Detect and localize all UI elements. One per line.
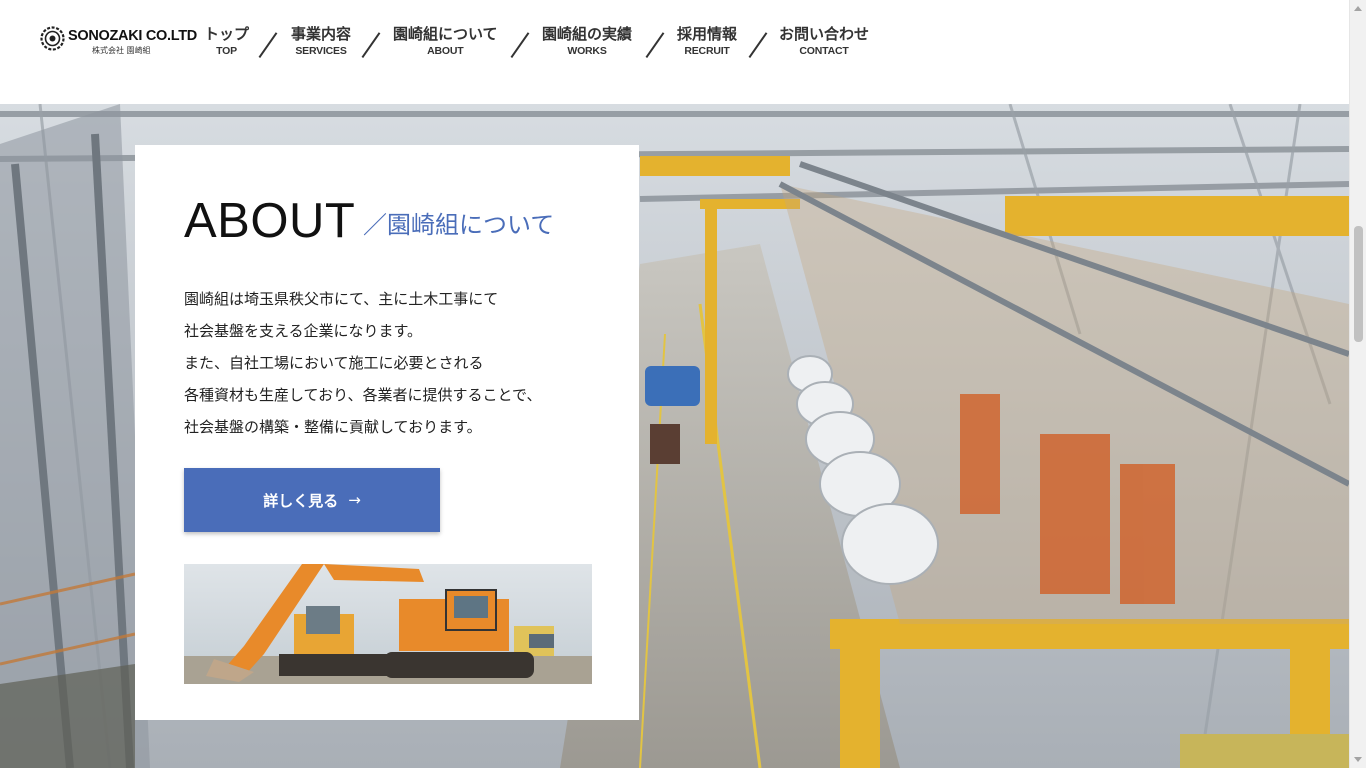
nav-item-label-en: CONTACT <box>799 45 849 57</box>
nav-item-label-en: WORKS <box>567 45 607 57</box>
nav-item-label-jp: 園崎組の実績 <box>542 25 633 43</box>
about-line: 社会基盤の構築・整備に貢献しております。 <box>184 418 482 436</box>
nav-divider <box>258 32 278 58</box>
logo-name: SONOZAKI CO.LTD <box>68 28 197 44</box>
logo-subtitle: 株式会社 園崎組 <box>92 46 151 55</box>
about-line: 各種資材も生産しており、各業者に提供することで、 <box>184 386 542 404</box>
nav-divider <box>645 32 665 58</box>
nav-item-services[interactable]: 事業内容 SERVICES <box>291 24 351 58</box>
nav-item-top[interactable]: トップ TOP <box>204 24 249 58</box>
about-line: 園崎組は埼玉県秩父市にて、主に土木工事にて <box>184 290 499 308</box>
scroll-up-icon[interactable] <box>1354 6 1362 11</box>
arrow-right-icon: → <box>348 491 361 509</box>
nav-item-label-en: RECRUIT <box>684 45 730 57</box>
nav-item-works[interactable]: 園崎組の実績 WORKS <box>542 24 632 58</box>
about-card: ABOUT ／園崎組について 園崎組は埼玉県秩父市にて、主に土木工事にて 社会基… <box>135 145 639 720</box>
about-line: 社会基盤を支える企業になります。 <box>184 322 423 340</box>
nav-item-label-en: TOP <box>216 45 237 57</box>
gear-logo-icon <box>40 26 65 51</box>
site-logo[interactable]: SONOZAKI CO.LTD 株式会社 園崎組 <box>40 24 197 58</box>
nav-item-recruit[interactable]: 採用情報 RECRUIT <box>677 24 737 58</box>
nav-divider <box>748 32 768 58</box>
nav-divider <box>510 32 530 58</box>
excavator-photo <box>184 564 592 684</box>
site-header: SONOZAKI CO.LTD 株式会社 園崎組 トップ TOP 事業内容 SE… <box>0 0 1349 104</box>
nav-item-label-en: SERVICES <box>295 45 347 57</box>
about-title: ABOUT <box>184 194 356 248</box>
nav-item-label-jp: 事業内容 <box>291 25 352 43</box>
nav-item-label-en: ABOUT <box>427 45 464 57</box>
scroll-down-icon[interactable] <box>1354 757 1362 762</box>
about-subtitle: ／園崎組について <box>363 211 555 239</box>
nav-item-label-jp: トップ <box>204 25 250 43</box>
nav-item-contact[interactable]: お問い合わせ CONTACT <box>779 24 869 58</box>
page-scrollbar[interactable] <box>1349 0 1366 768</box>
read-more-label: 詳しく見る <box>263 491 339 510</box>
scroll-thumb[interactable] <box>1354 226 1363 342</box>
nav-item-label-jp: 採用情報 <box>677 25 738 43</box>
about-line: また、自社工場において施工に必要とされる <box>184 354 484 372</box>
nav-item-about[interactable]: 園崎組について ABOUT <box>393 24 498 58</box>
read-more-button[interactable]: 詳しく見る → <box>184 468 440 532</box>
about-description: 園崎組は埼玉県秩父市にて、主に土木工事にて 社会基盤を支える企業になります。 ま… <box>184 283 604 443</box>
nav-item-label-jp: お問い合わせ <box>779 25 870 43</box>
nav-divider <box>361 32 381 58</box>
nav-item-label-jp: 園崎組について <box>393 25 498 43</box>
